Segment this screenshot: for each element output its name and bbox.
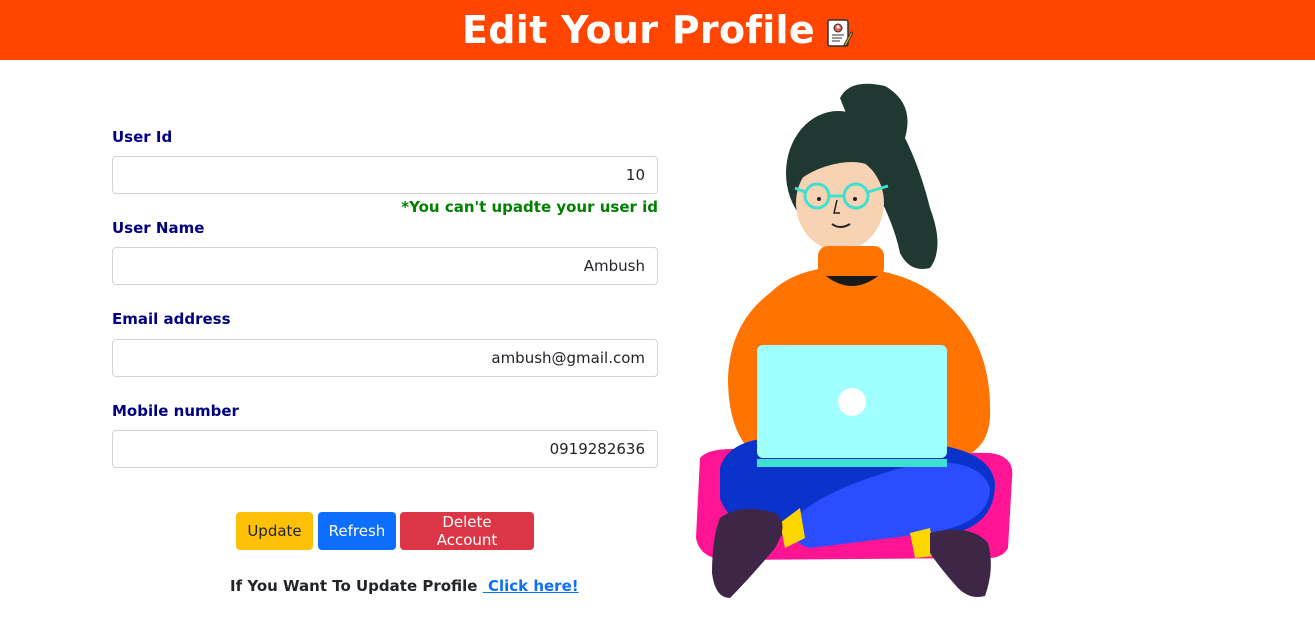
refresh-button[interactable]: Refresh — [318, 512, 396, 550]
delete-account-button[interactable]: Delete Account — [400, 512, 534, 550]
woman-with-laptop-illustration — [696, 83, 1013, 598]
user-name-input[interactable] — [112, 247, 658, 285]
update-profile-prompt: If You Want To Update Profile Click here… — [230, 577, 579, 595]
page-header: Edit Your Profile — [0, 0, 1315, 60]
update-button[interactable]: Update — [236, 512, 313, 550]
click-here-link[interactable]: Click here! — [483, 577, 579, 595]
email-input[interactable] — [112, 339, 658, 377]
page-title: Edit Your Profile — [462, 8, 815, 52]
update-profile-text: If You Want To Update Profile — [230, 577, 478, 595]
profile-document-icon — [825, 18, 854, 48]
user-id-note: *You can't upadte your user id — [401, 198, 658, 216]
click-here-link-label: Click here! — [487, 577, 579, 595]
user-name-label: User Name — [112, 219, 205, 237]
mobile-input[interactable] — [112, 430, 658, 468]
mobile-label: Mobile number — [112, 402, 239, 420]
email-label: Email address — [112, 310, 231, 328]
user-id-input[interactable] — [112, 156, 658, 194]
user-id-label: User Id — [112, 128, 173, 146]
